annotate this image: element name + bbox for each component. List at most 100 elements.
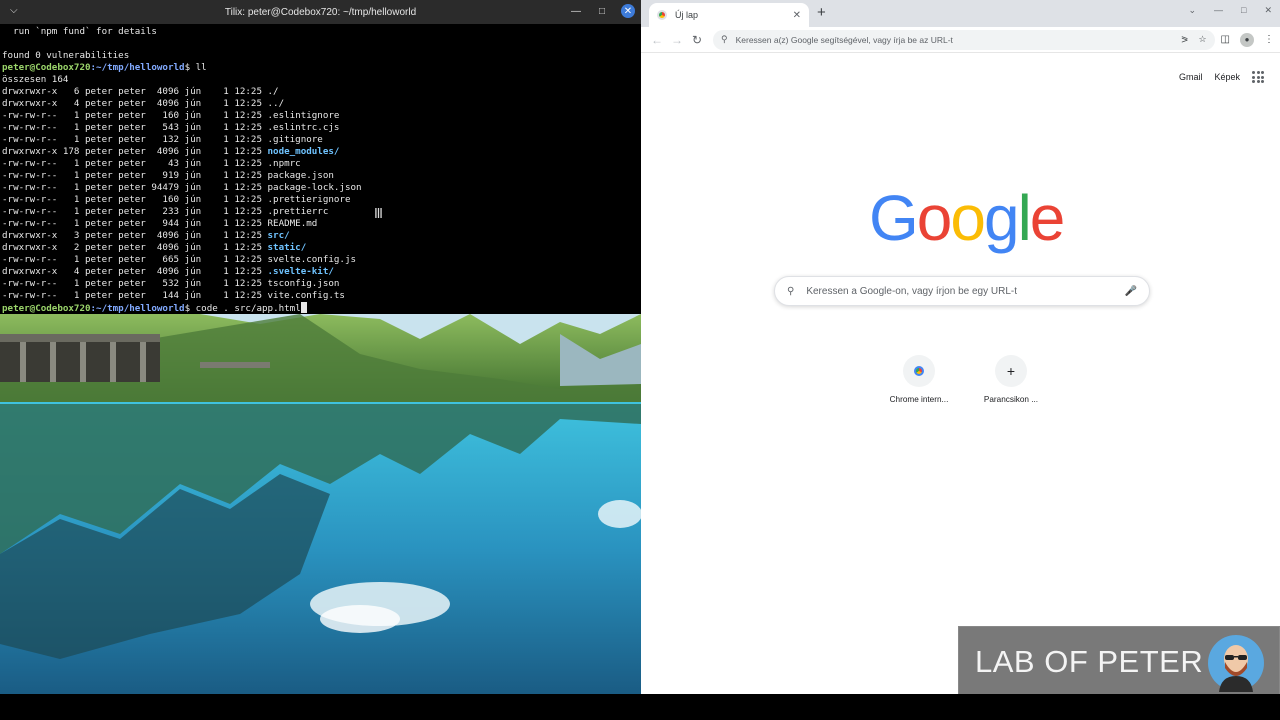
file-meta: -rw-rw-r-- 1 peter peter 43 jún 1 12:25 [2, 158, 268, 169]
file-meta: drwxrwxr-x 3 peter peter 4096 jún 1 12:2… [2, 230, 268, 241]
file-name: .prettierignore [267, 194, 351, 205]
file-meta: -rw-rw-r-- 1 peter peter 543 jún 1 12:25 [2, 122, 268, 133]
file-name: svelte.config.js [267, 254, 357, 265]
file-name: ../ [267, 98, 285, 109]
terminal-output[interactable]: run `npm fund` for details found 0 vulner… [0, 24, 641, 314]
browser-toolbar: ← → ↻ ⚲ Keressen a(z) Google segítségéve… [641, 27, 1280, 53]
output-text: run `npm fund` for details [2, 26, 157, 37]
shortcut-add[interactable]: + Parancsikon ... [979, 355, 1043, 404]
chrome-icon [914, 366, 924, 376]
logo-letter: o [950, 182, 986, 254]
output-text: found 0 vulnerabilities [2, 50, 130, 61]
shortcut-label: Chrome intern... [889, 395, 949, 404]
apps-grid-icon[interactable] [1252, 71, 1264, 83]
google-logo: Google [869, 181, 1066, 255]
terminal-window[interactable]: ⌵ Tilix: peter@Codebox720: ~/tmp/hellowo… [0, 0, 641, 314]
reload-icon[interactable]: ↻ [687, 33, 707, 47]
file-name: ./ [267, 86, 279, 97]
chrome-icon [657, 10, 667, 20]
window-controls: — □ ✕ [569, 4, 635, 18]
file-name: package.json [267, 170, 334, 181]
file-name: README.md [267, 218, 318, 229]
side-panel-icon[interactable]: ◫ [1221, 34, 1230, 45]
logo-letter: e [1029, 182, 1066, 254]
search-input[interactable]: ⚲ Keressen a Google-on, vagy írjon be eg… [774, 276, 1150, 306]
maximize-icon[interactable]: □ [595, 4, 609, 18]
gmail-link[interactable]: Gmail [1179, 72, 1203, 82]
file-meta: -rw-rw-r-- 1 peter peter 160 jún 1 12:25 [2, 110, 268, 121]
minimize-icon[interactable]: — [569, 4, 583, 18]
prompt-user: peter@Codebox720 [2, 303, 91, 314]
share-icon[interactable]: ⪖ [1181, 34, 1189, 45]
shortcut-tile[interactable] [903, 355, 935, 387]
terminal-line: drwxrwxr-x 4 peter peter 4096 jún 1 12:2… [2, 98, 639, 110]
search-icon: ⚲ [787, 285, 795, 297]
shortcut-tile[interactable]: + [995, 355, 1027, 387]
file-name: src/ [267, 230, 290, 241]
bridge-gallery [0, 334, 270, 382]
file-name: .eslintrc.cjs [267, 122, 340, 133]
minimize-icon[interactable]: — [1214, 5, 1223, 16]
new-tab-page: Gmail Képek Google ⚲ Keressen a Google-o… [641, 53, 1280, 694]
terminal-cursor [300, 302, 307, 313]
chevron-down-icon[interactable]: ⌵ [10, 4, 24, 18]
file-meta: drwxrwxr-x 4 peter peter 4096 jún 1 12:2… [2, 266, 268, 277]
images-link[interactable]: Képek [1214, 72, 1240, 82]
terminal-line: run `npm fund` for details [2, 26, 639, 38]
browser-window[interactable]: Új lap ✕ + ⌄ — □ ✕ ← → ↻ ⚲ Keressen a(z)… [641, 0, 1280, 694]
close-icon[interactable]: ✕ [1264, 5, 1272, 16]
text-cursor-icon: Ⅲ [374, 207, 383, 222]
avatar [1208, 635, 1264, 692]
terminal-line: peter@Codebox720:~/tmp/helloworld$ ll [2, 62, 639, 74]
top-links: Gmail Képek [1179, 71, 1264, 83]
tab-new-tab[interactable]: Új lap ✕ [649, 3, 809, 27]
terminal-line: peter@Codebox720:~/tmp/helloworld$ code … [2, 302, 639, 314]
tab-title: Új lap [675, 10, 699, 20]
screen: ⌵ Tilix: peter@Codebox720: ~/tmp/hellowo… [0, 0, 1280, 720]
file-meta: -rw-rw-r-- 1 peter peter 94479 jún 1 12:… [2, 182, 268, 193]
terminal-line: drwxrwxr-x 4 peter peter 4096 jún 1 12:2… [2, 266, 639, 278]
close-icon[interactable]: ✕ [621, 4, 635, 18]
file-name: .eslintignore [267, 110, 340, 121]
terminal-line: -rw-rw-r-- 1 peter peter 132 jún 1 12:25… [2, 134, 639, 146]
tab-search-icon[interactable]: ⌄ [1188, 5, 1196, 16]
microphone-icon[interactable]: 🎤 [1125, 286, 1137, 297]
terminal-titlebar[interactable]: ⌵ Tilix: peter@Codebox720: ~/tmp/hellowo… [0, 0, 641, 24]
menu-kebab-icon[interactable]: ⋮ [1264, 34, 1274, 45]
file-meta: -rw-rw-r-- 1 peter peter 944 jún 1 12:25 [2, 218, 268, 229]
terminal-line: -rw-rw-r-- 1 peter peter 543 jún 1 12:25… [2, 122, 639, 134]
prompt-path: :~/tmp/helloworld [90, 62, 185, 73]
plus-icon: + [1006, 363, 1016, 379]
file-meta: drwxrwxr-x 2 peter peter 4096 jún 1 12:2… [2, 242, 268, 253]
forward-icon[interactable]: → [667, 33, 687, 47]
command-text: $ code . src/app.html [184, 303, 301, 314]
terminal-title: Tilix: peter@Codebox720: ~/tmp/helloworl… [224, 6, 417, 18]
file-name: vite.config.ts [267, 290, 345, 301]
watermark-text: LAB OF PETER [975, 643, 1204, 679]
file-meta: -rw-rw-r-- 1 peter peter 665 jún 1 12:25 [2, 254, 268, 265]
shortcut-chrome-internal[interactable]: Chrome intern... [887, 355, 951, 404]
toolbar-right: ◫ ● ⋮ [1221, 32, 1274, 47]
file-meta: -rw-rw-r-- 1 peter peter 919 jún 1 12:25 [2, 170, 268, 181]
maximize-icon[interactable]: □ [1241, 5, 1246, 16]
address-bar-actions: ⪖ ☆ [1181, 34, 1207, 45]
logo-letter: g [983, 182, 1020, 254]
profile-avatar-icon[interactable]: ● [1240, 32, 1254, 47]
file-meta: drwxrwxr-x 6 peter peter 4096 jún 1 12:2… [2, 86, 268, 97]
back-icon[interactable]: ← [647, 33, 667, 47]
terminal-line: drwxrwxr-x 2 peter peter 4096 jún 1 12:2… [2, 242, 639, 254]
file-meta: drwxrwxr-x 4 peter peter 4096 jún 1 12:2… [2, 98, 268, 109]
terminal-line: összesen 164 [2, 74, 639, 86]
channel-watermark: LAB OF PETER [958, 626, 1280, 697]
star-icon[interactable]: ☆ [1198, 34, 1206, 45]
address-bar[interactable]: ⚲ Keressen a(z) Google segítségével, vag… [713, 29, 1215, 50]
terminal-line: -rw-rw-r-- 1 peter peter 532 jún 1 12:25… [2, 278, 639, 290]
close-tab-icon[interactable]: ✕ [793, 10, 801, 21]
terminal-line: -rw-rw-r-- 1 peter peter 94479 jún 1 12:… [2, 182, 639, 194]
terminal-line: -rw-rw-r-- 1 peter peter 160 jún 1 12:25… [2, 110, 639, 122]
terminal-line: drwxrwxr-x 178 peter peter 4096 jún 1 12… [2, 146, 639, 158]
new-tab-button[interactable]: + [817, 5, 826, 21]
letterbox-bar [0, 694, 1280, 720]
logo-letter: o [916, 182, 953, 254]
